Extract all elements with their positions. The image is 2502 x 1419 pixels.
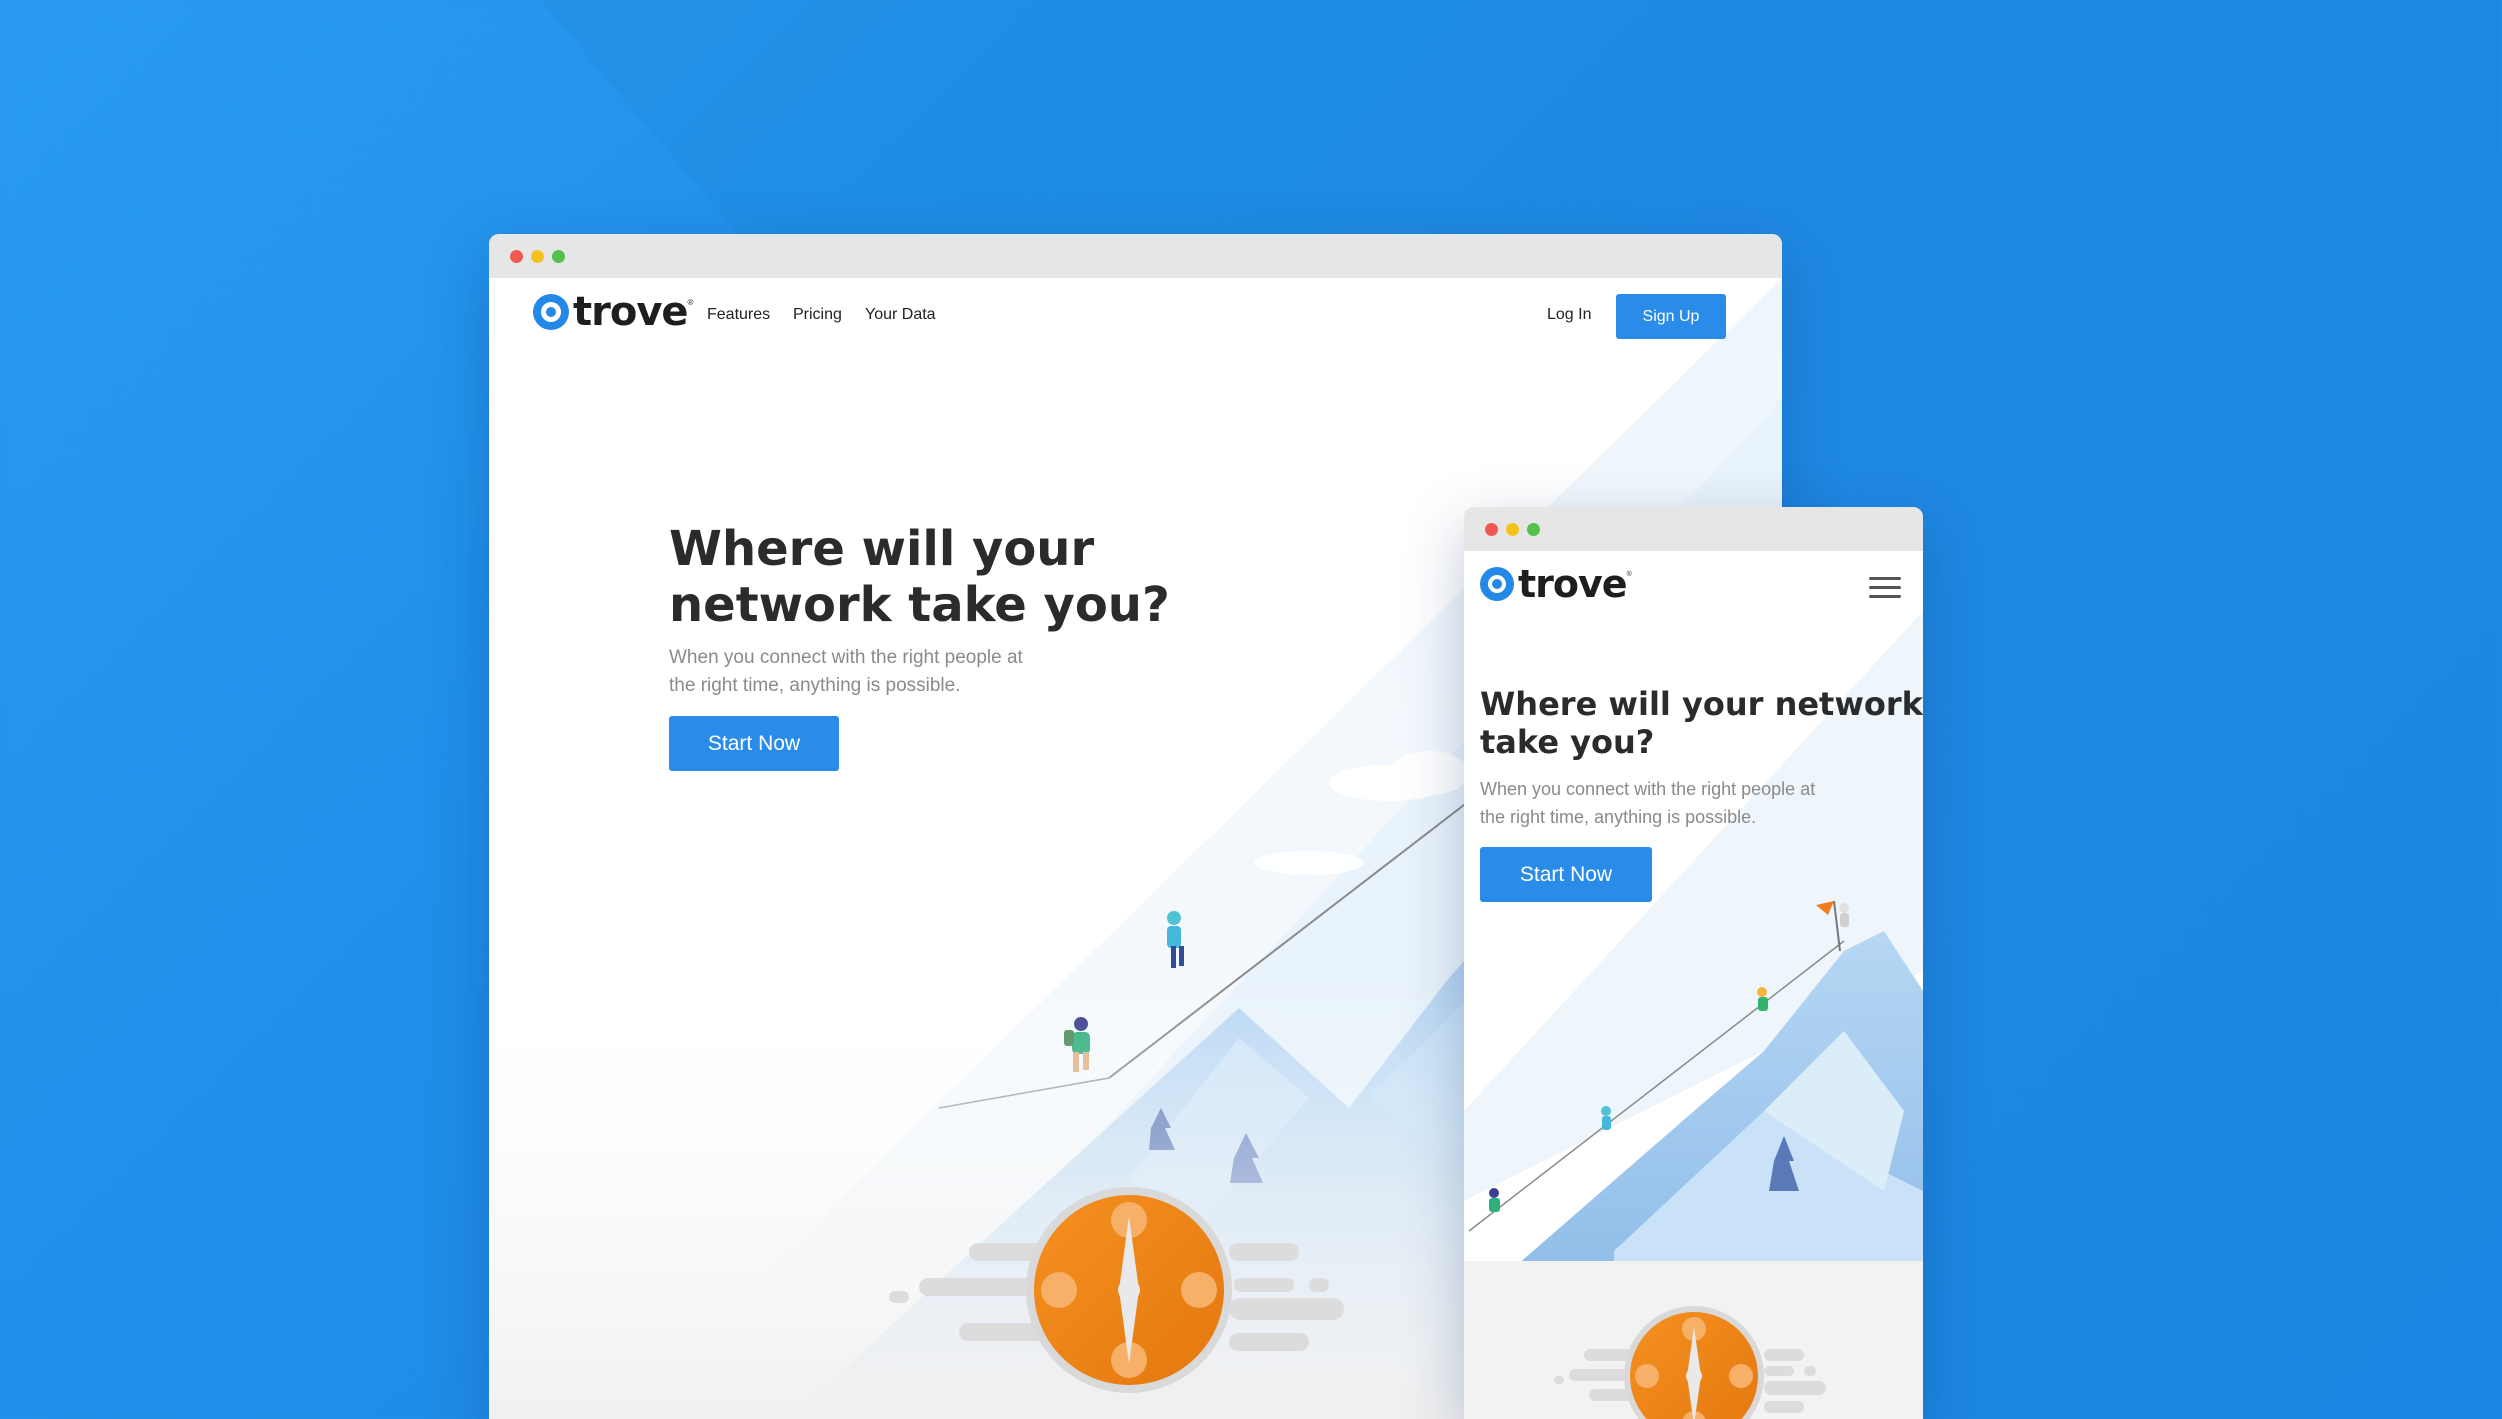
trove-logo[interactable]: trove ® <box>1480 562 1632 606</box>
trove-logo-mark-icon <box>1480 567 1514 601</box>
minimize-window-dot[interactable] <box>1506 523 1519 536</box>
minimize-window-dot[interactable] <box>531 250 544 263</box>
hero-subtitle-line: the right time, anything is possible. <box>1480 807 1757 827</box>
hamburger-icon[interactable] <box>1869 577 1901 599</box>
trove-logo-text: trove <box>1518 562 1628 606</box>
login-link[interactable]: Log In <box>1547 306 1591 324</box>
network-compass-icon <box>1026 1187 1232 1393</box>
hero-subtitle: When you connect with the right people a… <box>1480 775 1815 831</box>
hero-title-line: Where will your network <box>1480 685 1923 723</box>
mobile-titlebar <box>1464 507 1923 551</box>
climber-figure <box>1489 1188 1500 1212</box>
hero-title: Where will your network take you? <box>1480 685 1923 761</box>
trove-logo[interactable]: trove ® <box>533 289 694 335</box>
maximize-window-dot[interactable] <box>552 250 565 263</box>
hero-subtitle-line: When you connect with the right people a… <box>1480 779 1816 799</box>
hero-subtitle-line: When you connect with the right people a… <box>669 647 1023 668</box>
hero-title-line: take you? <box>1480 723 1655 761</box>
hero-title-line: network take you? <box>669 577 1170 633</box>
trademark-symbol: ® <box>1626 571 1632 578</box>
hero-subtitle-line: the right time, anything is possible. <box>669 675 961 696</box>
mobile-browser-window: trove ® Where will your network take you… <box>1464 507 1923 1419</box>
hero-title: Where will your network take you? <box>669 521 1170 633</box>
climber-figure <box>1757 987 1768 1011</box>
maximize-window-dot[interactable] <box>1527 523 1540 536</box>
close-window-dot[interactable] <box>510 250 523 263</box>
climber-figure <box>1601 1106 1611 1130</box>
close-window-dot[interactable] <box>1485 523 1498 536</box>
start-now-button[interactable]: Start Now <box>1480 847 1652 902</box>
desktop-titlebar <box>489 234 1782 278</box>
climber-figure <box>1839 903 1849 927</box>
trademark-symbol: ® <box>687 298 694 307</box>
nav-pricing[interactable]: Pricing <box>793 306 842 324</box>
trove-logo-text: trove <box>573 289 689 335</box>
nav-features[interactable]: Features <box>707 306 770 324</box>
hero-subtitle: When you connect with the right people a… <box>669 644 1023 700</box>
nav-your-data[interactable]: Your Data <box>865 306 936 324</box>
hero-title-line: Where will your <box>669 521 1095 577</box>
signup-button[interactable]: Sign Up <box>1616 294 1726 339</box>
trove-logo-mark-icon <box>533 294 569 330</box>
mountain-climbers-illustration <box>1464 611 1923 1419</box>
start-now-button[interactable]: Start Now <box>669 716 839 771</box>
